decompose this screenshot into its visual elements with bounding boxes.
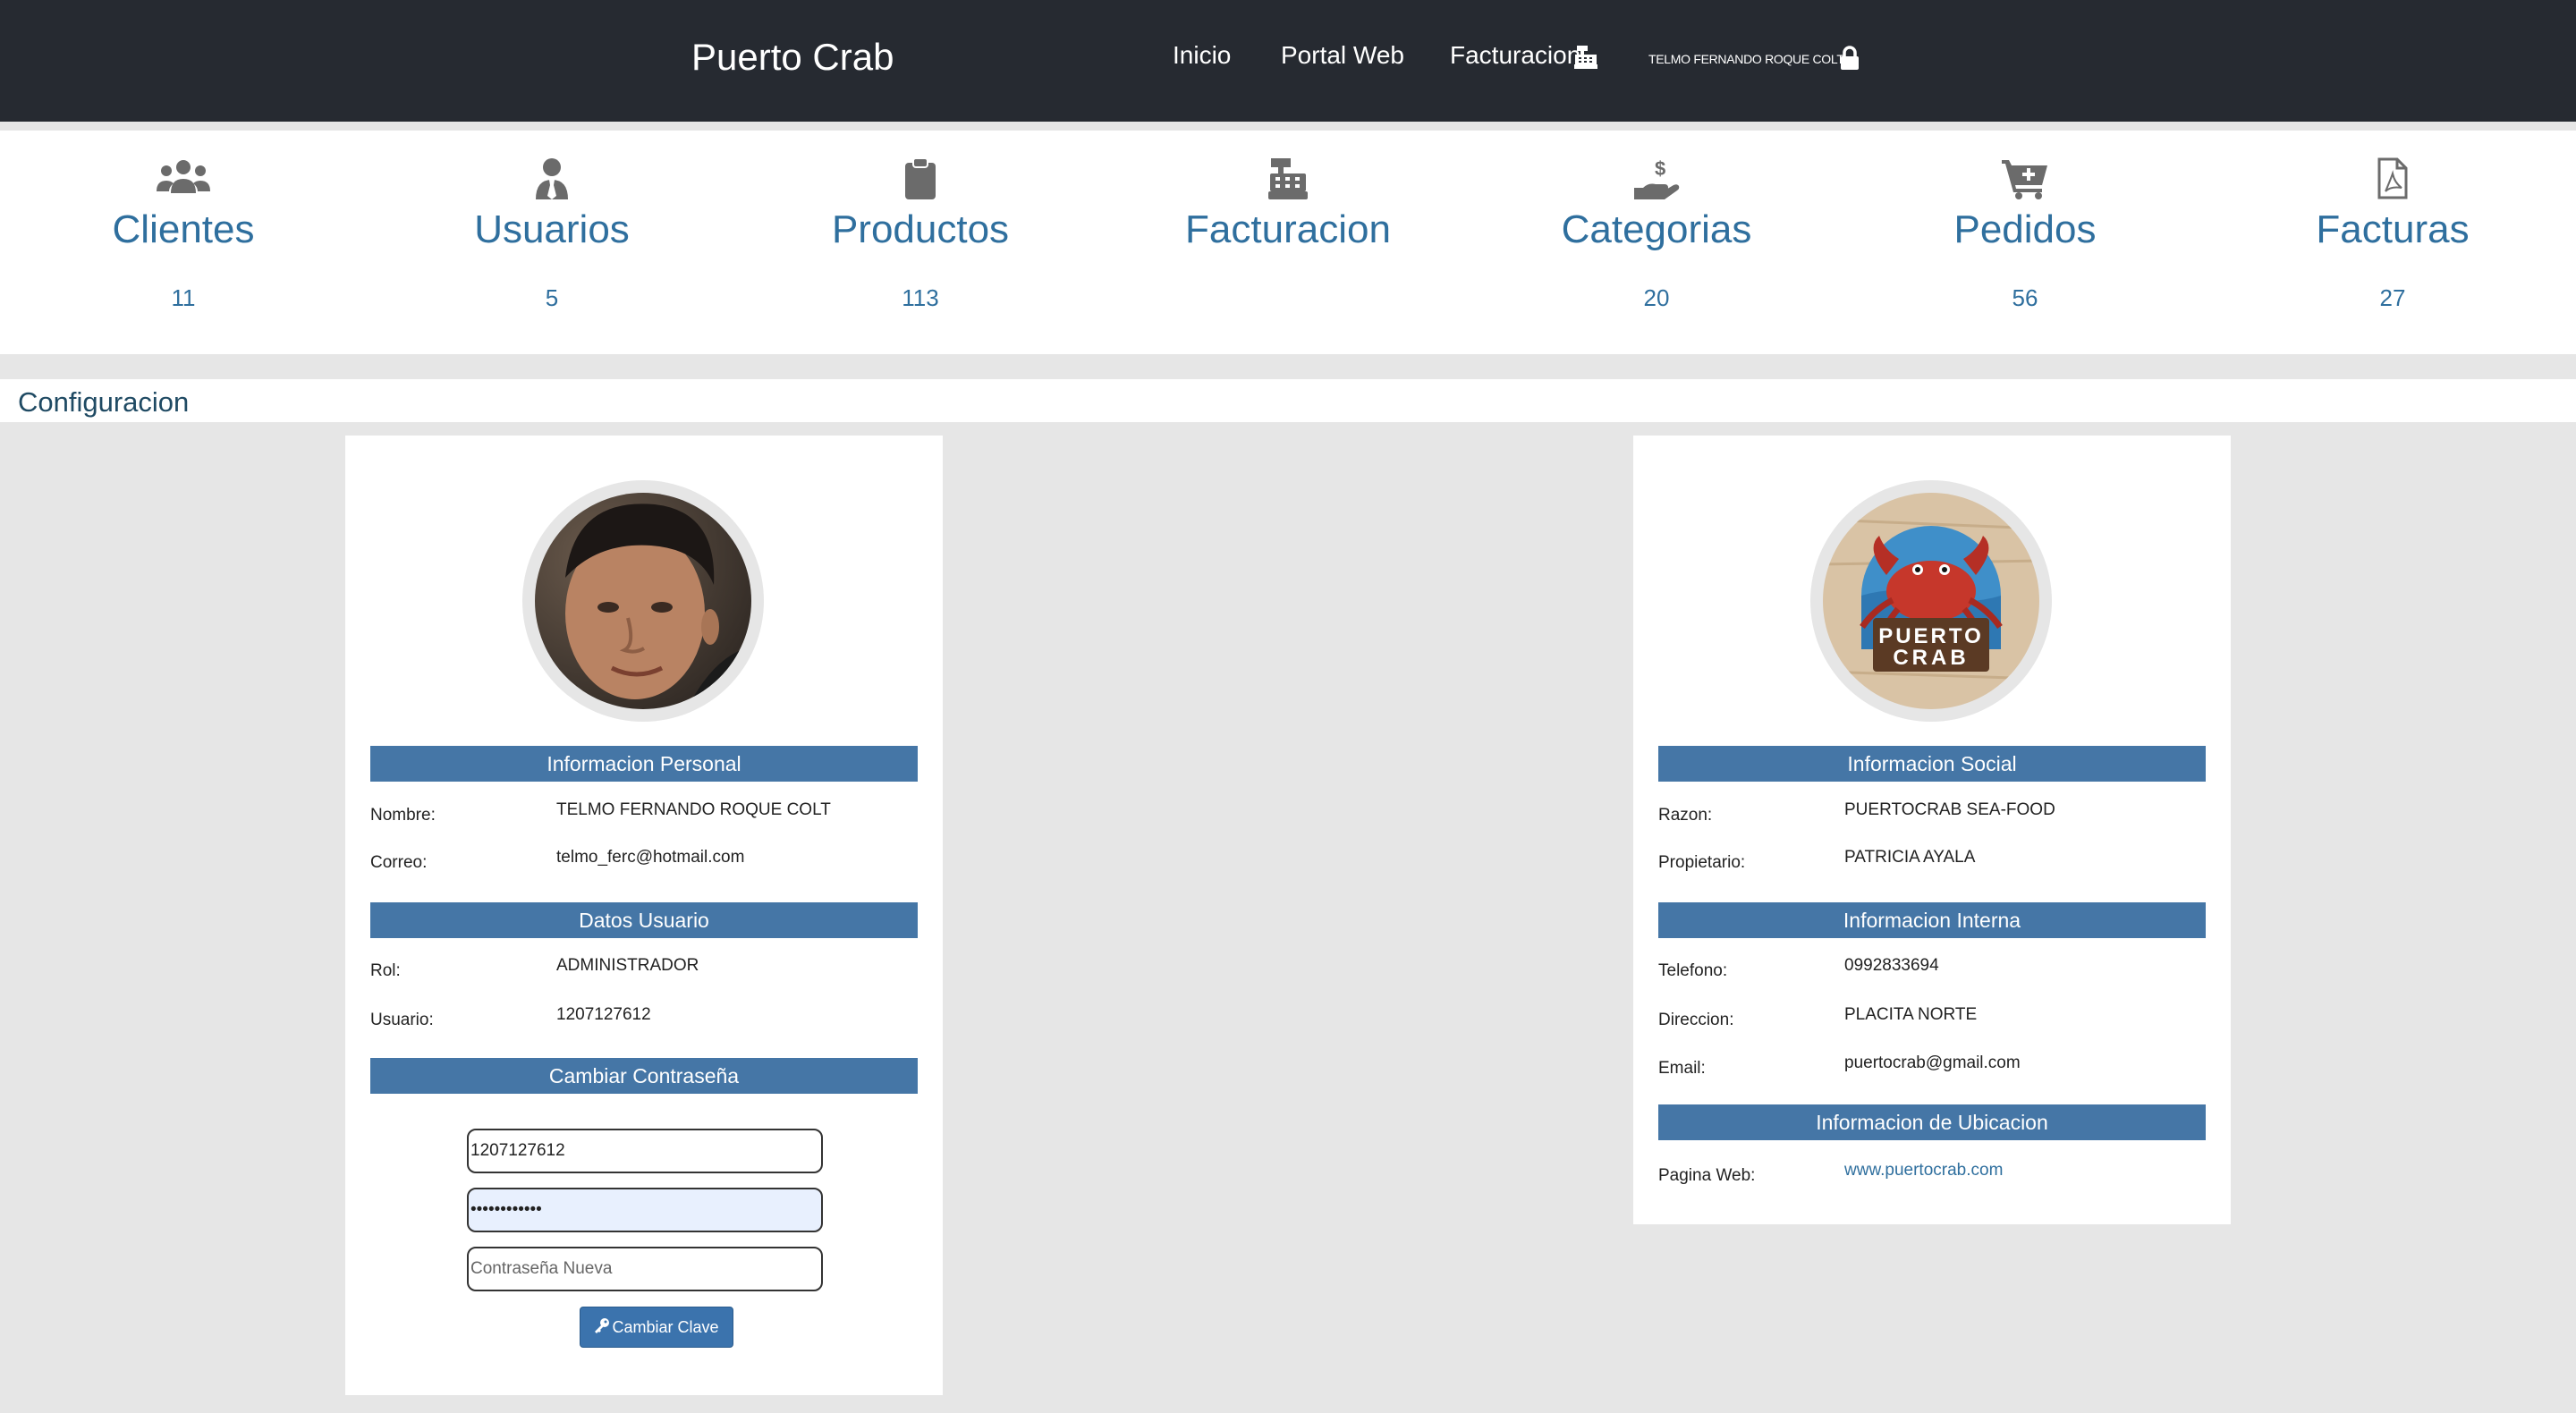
web-link[interactable]: www.puertocrab.com bbox=[1844, 1161, 2003, 1180]
usuario-label: Usuario: bbox=[370, 1011, 434, 1029]
stat-pedidos[interactable]: Pedidos 56 bbox=[1891, 131, 2159, 354]
nav-user-name[interactable]: TELMO FERNANDO ROQUE COLT bbox=[1648, 52, 1844, 66]
nav-link-portal-web[interactable]: Portal Web bbox=[1281, 41, 1404, 70]
telefono-label: Telefono: bbox=[1658, 961, 1728, 980]
username-input[interactable] bbox=[467, 1129, 823, 1173]
web-label: Pagina Web: bbox=[1658, 1166, 1756, 1185]
razon-value: PUERTOCRAB SEA-FOOD bbox=[1844, 800, 2055, 819]
stat-facturacion[interactable]: Facturacion bbox=[1154, 131, 1422, 354]
user-tie-icon bbox=[418, 157, 686, 202]
stat-count: 20 bbox=[1643, 284, 1670, 311]
company-logo: PUERTO CRAB bbox=[1810, 480, 2052, 722]
nav-link-facturacion[interactable]: Facturacion bbox=[1450, 41, 1580, 70]
band-cambiar-contrasena: Cambiar Contraseña bbox=[370, 1058, 918, 1094]
propietario-label: Propietario: bbox=[1658, 853, 1746, 872]
stat-title: Clientes bbox=[112, 207, 255, 251]
stats-bar: Clientes 11 Usuarios 5 Productos 113 Fac… bbox=[0, 131, 2576, 354]
correo-label: Correo: bbox=[370, 853, 428, 872]
correo-value: telmo_ferc@hotmail.com bbox=[556, 848, 745, 867]
logo-image: PUERTO CRAB bbox=[1823, 493, 2039, 709]
new-password-input[interactable] bbox=[467, 1247, 823, 1291]
nav-link-inicio[interactable]: Inicio bbox=[1173, 41, 1231, 70]
band-informacion-interna: Informacion Interna bbox=[1658, 902, 2206, 938]
rol-value: ADMINISTRADOR bbox=[556, 956, 699, 975]
logo-text-line1: PUERTO bbox=[1878, 624, 1984, 648]
file-pdf-icon bbox=[2258, 157, 2527, 202]
stat-usuarios[interactable]: Usuarios 5 bbox=[418, 131, 686, 354]
direccion-label: Direccion: bbox=[1658, 1011, 1734, 1029]
stat-title: Usuarios bbox=[474, 207, 630, 251]
current-password-input[interactable] bbox=[467, 1188, 823, 1232]
svg-text:$: $ bbox=[1655, 157, 1665, 180]
section-header: Configuracion bbox=[0, 379, 2576, 422]
propietario-value: PATRICIA AYALA bbox=[1844, 848, 1976, 867]
stat-title: Facturas bbox=[2316, 207, 2470, 251]
change-password-label: Cambiar Clave bbox=[612, 1317, 719, 1336]
logo-text-line2: CRAB bbox=[1893, 646, 1969, 670]
key-icon bbox=[594, 1317, 610, 1338]
stat-count: 113 bbox=[902, 284, 939, 311]
stat-count: 11 bbox=[171, 284, 196, 311]
band-datos-usuario: Datos Usuario bbox=[370, 902, 918, 938]
direccion-value: PLACITA NORTE bbox=[1844, 1005, 1978, 1024]
clipboard-icon bbox=[786, 157, 1055, 202]
cash-register-icon[interactable] bbox=[1573, 45, 1598, 74]
band-informacion-ubicacion: Informacion de Ubicacion bbox=[1658, 1104, 2206, 1140]
stat-clientes[interactable]: Clientes 11 bbox=[49, 131, 318, 354]
change-password-button[interactable]: Cambiar Clave bbox=[580, 1307, 733, 1348]
stat-facturas[interactable]: Facturas 27 bbox=[2258, 131, 2527, 354]
users-icon bbox=[49, 157, 318, 202]
top-navbar: Puerto Crab Inicio Portal Web Facturacio… bbox=[0, 0, 2576, 122]
stat-title: Pedidos bbox=[1953, 207, 2097, 251]
avatar bbox=[522, 480, 764, 722]
rol-label: Rol: bbox=[370, 961, 401, 980]
personal-card: Informacion Personal Nombre: TELMO FERNA… bbox=[345, 436, 943, 1395]
cash-register-icon bbox=[1154, 157, 1422, 202]
stat-title: Productos bbox=[831, 207, 1010, 251]
email-value: puertocrab@gmail.com bbox=[1844, 1053, 2021, 1072]
stat-count: 27 bbox=[2379, 284, 2406, 311]
brand-title[interactable]: Puerto Crab bbox=[691, 36, 894, 79]
stat-count: 56 bbox=[2012, 284, 2038, 311]
stat-title: Facturacion bbox=[1185, 207, 1391, 251]
cart-plus-icon bbox=[1891, 157, 2159, 202]
hand-dollar-icon: $ bbox=[1522, 157, 1791, 202]
nombre-label: Nombre: bbox=[370, 806, 436, 825]
razon-label: Razon: bbox=[1658, 806, 1713, 825]
company-card: PUERTO CRAB Informacion Social Razon: PU… bbox=[1633, 436, 2231, 1224]
section-title: Configuracion bbox=[18, 386, 190, 418]
stat-title: Categorias bbox=[1561, 207, 1752, 251]
nombre-value: TELMO FERNANDO ROQUE COLT bbox=[556, 800, 831, 819]
lock-icon[interactable] bbox=[1840, 46, 1860, 75]
telefono-value: 0992833694 bbox=[1844, 956, 1939, 975]
stat-productos[interactable]: Productos 113 bbox=[786, 131, 1055, 354]
usuario-value: 1207127612 bbox=[556, 1005, 651, 1024]
stat-categorias[interactable]: $ Categorias 20 bbox=[1522, 131, 1791, 354]
band-informacion-personal: Informacion Personal bbox=[370, 746, 918, 782]
stat-count: 5 bbox=[545, 284, 559, 311]
band-informacion-social: Informacion Social bbox=[1658, 746, 2206, 782]
email-label: Email: bbox=[1658, 1059, 1706, 1078]
profile-photo bbox=[535, 493, 751, 709]
